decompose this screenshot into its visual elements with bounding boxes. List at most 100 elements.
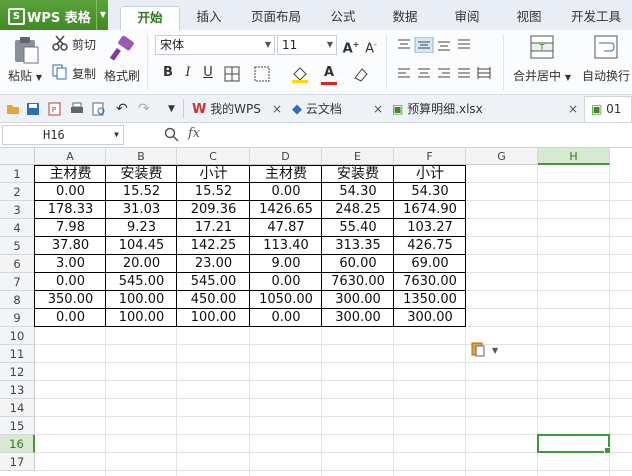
table-cell[interactable]: 248.25: [322, 201, 394, 219]
tab-page-layout[interactable]: 页面布局: [244, 6, 308, 30]
cut-button[interactable]: 剪切: [72, 36, 96, 53]
table-cell[interactable]: 55.40: [322, 219, 394, 237]
table-cell[interactable]: 300.00: [394, 309, 466, 327]
tab-data[interactable]: 数据: [382, 6, 428, 30]
fill-color-icon[interactable]: [290, 64, 310, 84]
copy-icon[interactable]: [52, 64, 68, 80]
tab-developer[interactable]: 开发工具: [564, 6, 628, 30]
print-preview-icon[interactable]: [92, 102, 106, 116]
font-size-select[interactable]: 11 ▼: [277, 35, 337, 55]
customize-quick-access-icon[interactable]: ▼: [168, 97, 175, 121]
table-cell[interactable]: 0.00: [35, 183, 106, 201]
wrap-text-icon[interactable]: [594, 35, 618, 59]
table-cell[interactable]: 47.87: [250, 219, 322, 237]
vertical-align-icons[interactable]: [396, 37, 486, 53]
horizontal-align-icons[interactable]: [396, 66, 496, 82]
doc-tab-my-wps[interactable]: W 我的WPS: [192, 97, 261, 121]
table-cell[interactable]: 545.00: [106, 273, 177, 291]
table-cell[interactable]: 300.00: [322, 309, 394, 327]
redo-icon[interactable]: ↷: [138, 97, 150, 121]
doc-tab-active[interactable]: ▣ 01: [584, 96, 632, 122]
doc-tab-budget[interactable]: ▣ 预算明细.xlsx: [392, 97, 483, 121]
tab-formula[interactable]: 公式: [320, 6, 366, 30]
table-header-cell[interactable]: 主材费: [35, 165, 106, 183]
format-painter-button[interactable]: 格式刷: [104, 67, 140, 84]
table-cell[interactable]: 1350.00: [394, 291, 466, 309]
doc-tab-cloud[interactable]: ◆ 云文档: [292, 97, 342, 121]
table-cell[interactable]: 60.00: [322, 255, 394, 273]
table-cell[interactable]: 426.75: [394, 237, 466, 255]
format-painter-icon[interactable]: [110, 36, 136, 62]
cell-fill-pattern-icon[interactable]: [254, 66, 270, 82]
tab-home[interactable]: 开始: [120, 6, 180, 31]
close-icon[interactable]: ×: [272, 97, 282, 121]
table-cell[interactable]: 20.00: [106, 255, 177, 273]
paste-button[interactable]: 粘贴 ▼: [8, 67, 42, 84]
table-cell[interactable]: 142.25: [177, 237, 250, 255]
table-cell[interactable]: 178.33: [35, 201, 106, 219]
decrease-font-icon[interactable]: A-: [362, 36, 380, 56]
close-icon[interactable]: ×: [373, 97, 383, 121]
italic-button[interactable]: I: [179, 64, 197, 82]
table-cell[interactable]: 9.23: [106, 219, 177, 237]
undo-icon[interactable]: ↶: [116, 97, 128, 121]
border-icon[interactable]: [224, 66, 240, 82]
scissors-icon[interactable]: [52, 35, 68, 51]
clear-format-icon[interactable]: [352, 66, 370, 82]
app-menu-dropdown-icon[interactable]: ▼: [96, 0, 109, 30]
print-icon[interactable]: [70, 102, 84, 116]
open-folder-icon[interactable]: [6, 102, 20, 116]
table-cell[interactable]: 23.00: [177, 255, 250, 273]
wps-app-button[interactable]: S WPS 表格 ▼: [0, 0, 108, 30]
table-header-cell[interactable]: 主材费: [250, 165, 322, 183]
table-cell[interactable]: 104.45: [106, 237, 177, 255]
table-cell[interactable]: 0.00: [35, 309, 106, 327]
table-header-cell[interactable]: 小计: [394, 165, 466, 183]
table-cell[interactable]: 1050.00: [250, 291, 322, 309]
table-cell[interactable]: 300.00: [322, 291, 394, 309]
table-cell[interactable]: 0.00: [250, 273, 322, 291]
save-icon[interactable]: [26, 102, 40, 116]
table-cell[interactable]: 450.00: [177, 291, 250, 309]
font-color-icon[interactable]: A: [320, 64, 338, 82]
selected-cell[interactable]: [537, 434, 611, 454]
name-box[interactable]: H16 ▼: [2, 125, 124, 145]
increase-font-icon[interactable]: A+: [342, 36, 360, 56]
tab-insert[interactable]: 插入: [186, 6, 232, 30]
table-cell[interactable]: 69.00: [394, 255, 466, 273]
wrap-text-button[interactable]: 自动换行: [582, 67, 630, 84]
table-header-cell[interactable]: 安装费: [106, 165, 177, 183]
table-cell[interactable]: 54.30: [394, 183, 466, 201]
underline-button[interactable]: U: [199, 64, 217, 82]
bold-button[interactable]: B: [159, 64, 177, 82]
table-cell[interactable]: 209.36: [177, 201, 250, 219]
table-cell[interactable]: 100.00: [106, 291, 177, 309]
table-cell[interactable]: 3.00: [35, 255, 106, 273]
table-cell[interactable]: 1674.90: [394, 201, 466, 219]
table-cell[interactable]: 31.03: [106, 201, 177, 219]
font-name-select[interactable]: 宋体 ▼: [155, 35, 275, 55]
table-cell[interactable]: 7630.00: [394, 273, 466, 291]
zoom-search-icon[interactable]: [164, 127, 180, 143]
table-header-cell[interactable]: 安装费: [322, 165, 394, 183]
close-icon[interactable]: ×: [568, 97, 578, 121]
spreadsheet-grid[interactable]: ABCDEFGH 1 2 3 4 5 6 7 8 9 10 11 12 13 14 15 16 17 主材费 安装…: [0, 148, 632, 476]
table-cell[interactable]: 100.00: [106, 309, 177, 327]
formula-input[interactable]: [222, 125, 630, 145]
table-cell[interactable]: 350.00: [35, 291, 106, 309]
table-cell[interactable]: 0.00: [250, 183, 322, 201]
table-cell[interactable]: 9.00: [250, 255, 322, 273]
paste-icon[interactable]: [12, 35, 40, 65]
table-cell[interactable]: 17.21: [177, 219, 250, 237]
table-cell[interactable]: 7.98: [35, 219, 106, 237]
table-cell[interactable]: 0.00: [250, 309, 322, 327]
table-cell[interactable]: 1426.65: [250, 201, 322, 219]
table-cell[interactable]: 313.35: [322, 237, 394, 255]
fill-handle[interactable]: [604, 447, 611, 454]
table-cell[interactable]: 54.30: [322, 183, 394, 201]
tab-review[interactable]: 审阅: [444, 6, 490, 30]
table-cell[interactable]: 0.00: [35, 273, 106, 291]
table-cell[interactable]: 545.00: [177, 273, 250, 291]
table-cell[interactable]: 15.52: [106, 183, 177, 201]
table-cell[interactable]: 100.00: [177, 309, 250, 327]
